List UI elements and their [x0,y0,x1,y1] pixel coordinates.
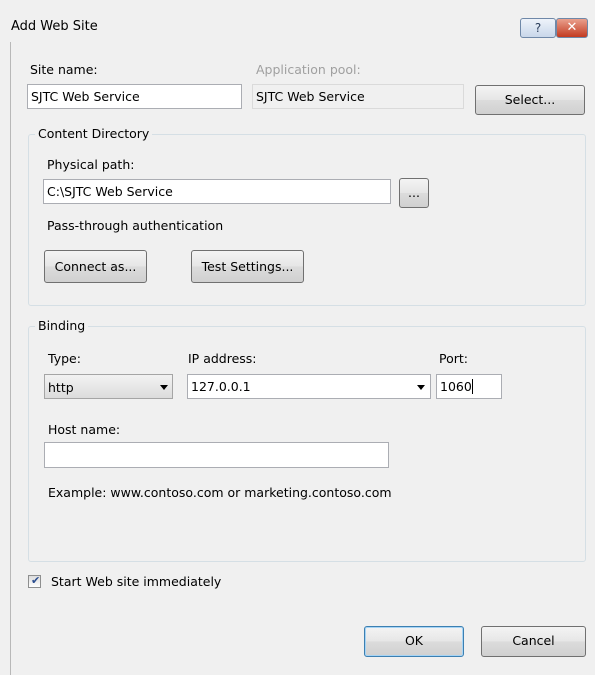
site-name-input[interactable]: SJTC Web Service [27,84,242,109]
connect-as-button[interactable]: Connect as... [44,250,147,283]
test-settings-button[interactable]: Test Settings... [191,250,304,283]
chevron-down-icon [160,385,168,390]
checkbox-box[interactable]: ✔ [28,574,41,588]
ip-address-label: IP address: [188,351,257,366]
type-value: http [48,380,74,395]
start-immediately-checkbox[interactable]: ✔ Start Web site immediately [25,574,265,590]
port-label: Port: [439,351,468,366]
question-icon: ? [534,21,542,35]
host-name-input[interactable] [44,442,389,468]
checkmark-icon: ✔ [31,574,41,587]
physical-path-label: Physical path: [47,157,135,172]
browse-button[interactable]: ... [399,178,429,208]
close-icon: ✕ [566,20,578,35]
start-immediately-label: Start Web site immediately [51,574,222,589]
physical-path-value: C:\SJTC Web Service [47,184,173,199]
ok-button[interactable]: OK [364,626,464,657]
site-name-label: Site name: [30,62,98,77]
cancel-button[interactable]: Cancel [481,626,586,657]
app-pool-value: SJTC Web Service [256,89,365,104]
close-button[interactable]: ✕ [556,18,588,38]
binding-title: Binding [35,318,89,333]
app-pool-field: SJTC Web Service [252,84,464,109]
site-name-value: SJTC Web Service [31,89,140,104]
host-name-label: Host name: [48,422,121,437]
dialog-body: Site name: SJTC Web Service Application … [10,42,595,675]
host-example-text: Example: www.contoso.com or marketing.co… [48,485,392,500]
select-button[interactable]: Select... [475,85,585,115]
ellipsis-icon: ... [408,185,420,200]
chevron-down-icon[interactable] [417,385,425,390]
app-pool-label: Application pool: [256,62,361,77]
window-title: Add Web Site [11,19,98,34]
text-caret [471,379,473,394]
type-select[interactable]: http [44,374,173,399]
ip-address-value: 127.0.0.1 [191,379,251,394]
content-directory-title: Content Directory [35,126,153,141]
type-label: Type: [48,351,81,366]
physical-path-input[interactable]: C:\SJTC Web Service [43,179,391,204]
passthrough-auth-label: Pass-through authentication [47,218,224,233]
ip-address-input[interactable]: 127.0.0.1 [187,374,431,399]
title-bar: Add Web Site ? ✕ [0,0,595,42]
port-value: 1060 [440,379,472,394]
help-button[interactable]: ? [520,18,556,38]
port-input[interactable]: 1060 [436,374,502,399]
